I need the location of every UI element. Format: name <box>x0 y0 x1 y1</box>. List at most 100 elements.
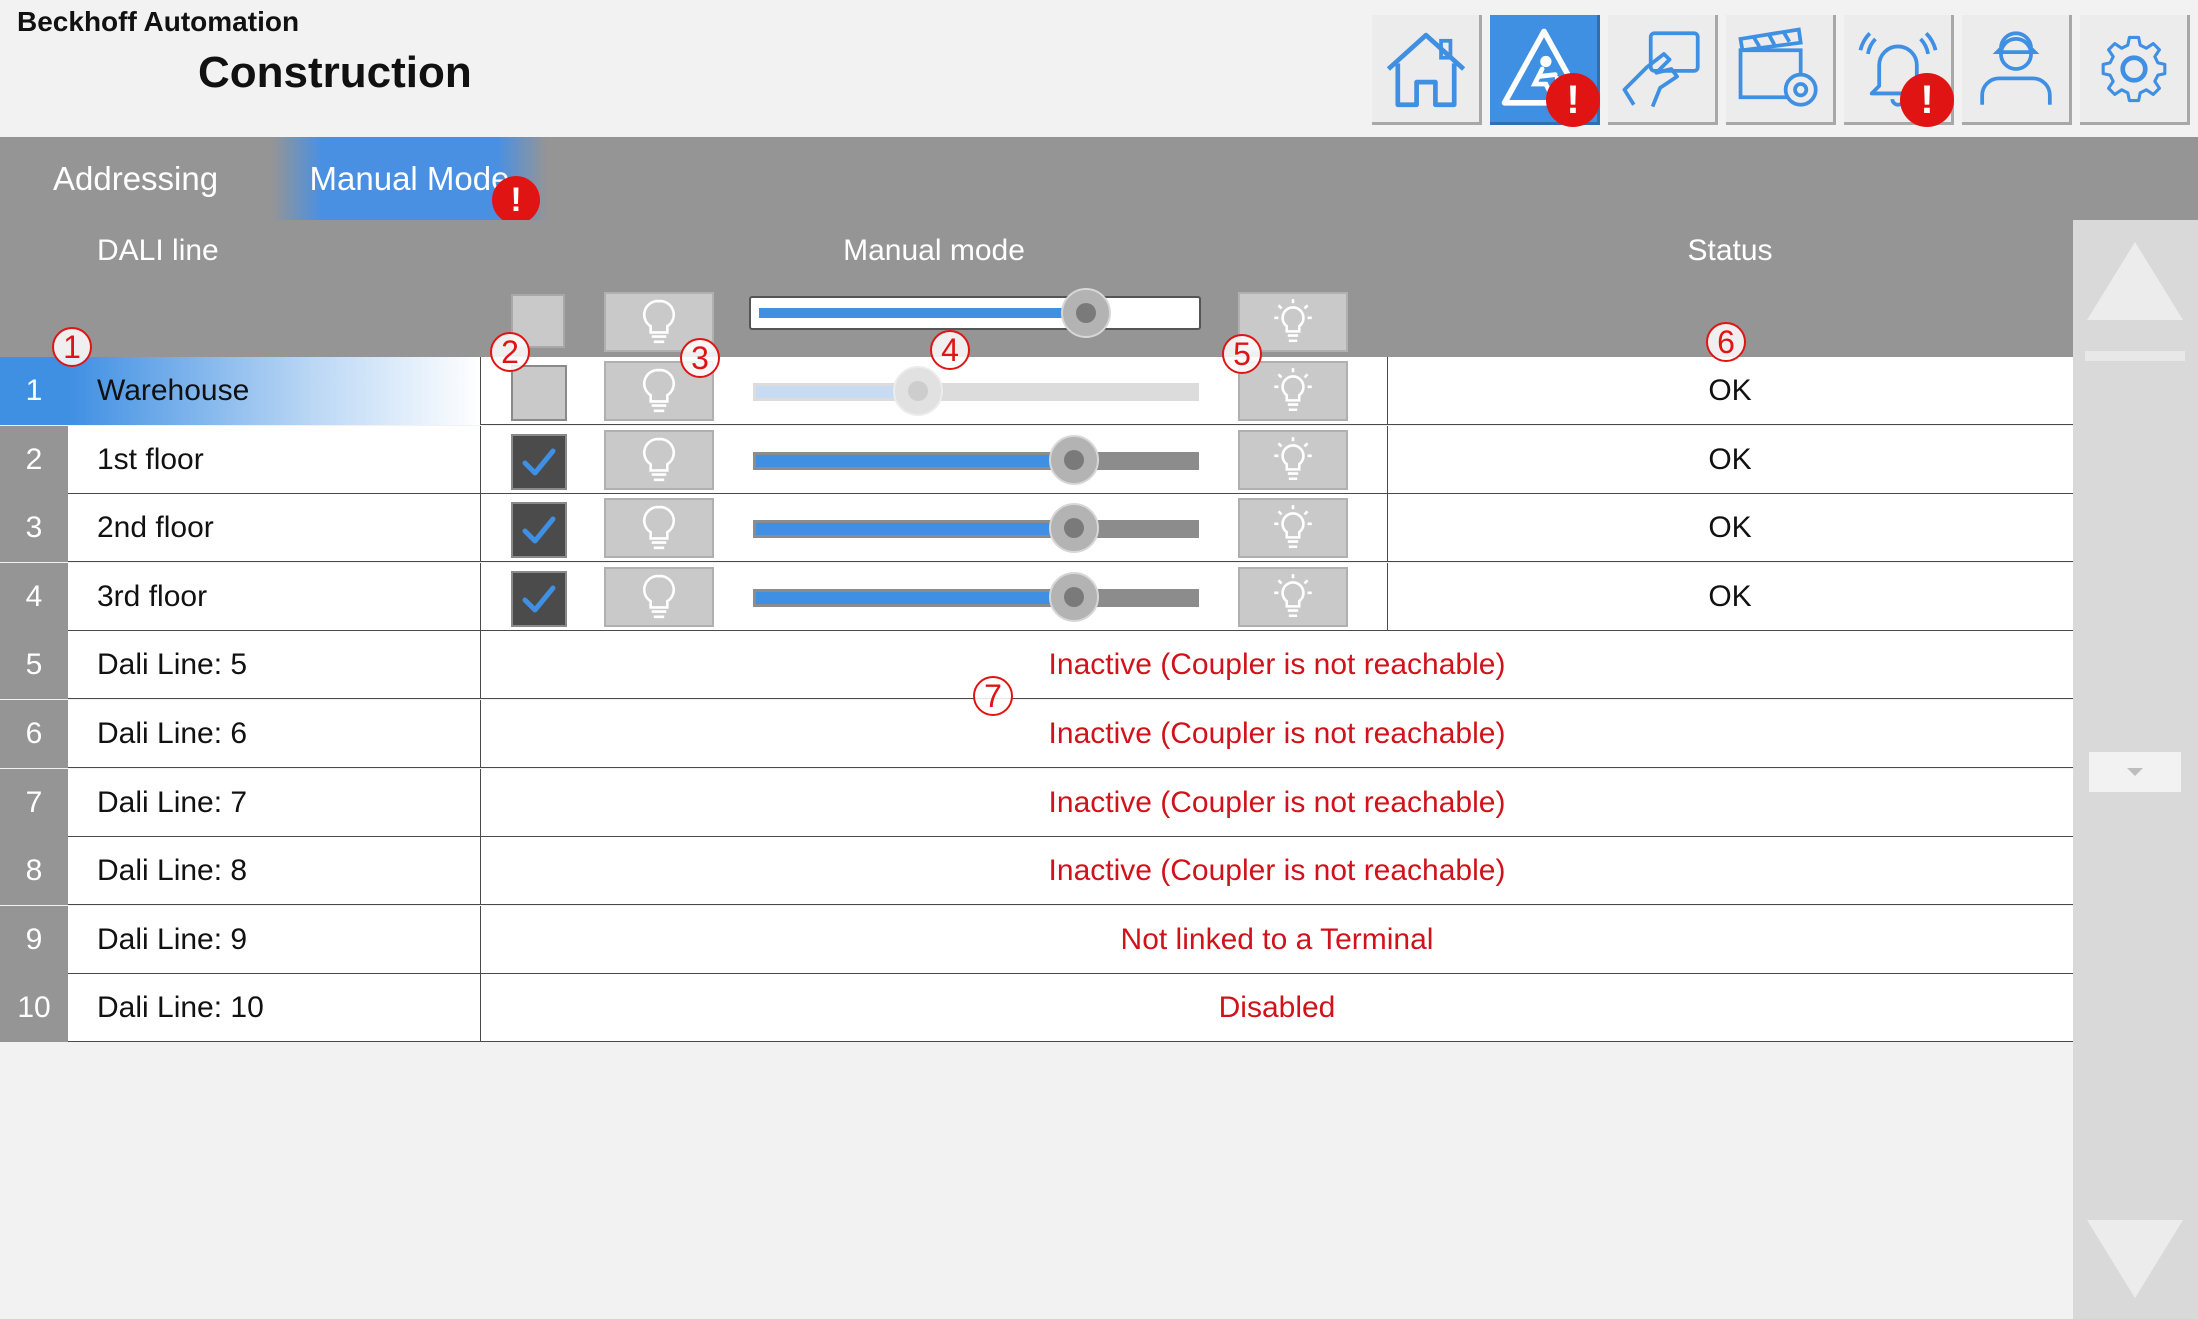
slider-knob[interactable] <box>1049 434 1099 485</box>
dali-line-name: 1st floor <box>68 425 481 494</box>
nav-alarms-button[interactable]: ! <box>1844 15 1954 127</box>
row-number: 6 <box>0 700 68 768</box>
table-row[interactable]: 7 Dali Line: 7 Inactive (Coupler is not re… <box>0 768 2073 837</box>
callout-4: 4 <box>930 330 970 370</box>
table-row[interactable]: 4 3rd floor OK <box>0 562 2073 631</box>
table-row[interactable]: 3 2nd floor OK <box>0 494 2073 563</box>
user-icon <box>1979 30 2052 105</box>
manual-mode-checkbox[interactable] <box>511 570 567 627</box>
status-cell: OK <box>1708 374 1752 407</box>
row-number: 1 <box>0 357 68 425</box>
brightness-slider[interactable] <box>753 571 1199 622</box>
manual-mode-alert-badge: ! <box>492 176 540 224</box>
tab-bar: Addressing Manual Mode ! <box>0 137 2198 224</box>
table-row[interactable]: 10 Dali Line: 10 Disabled <box>0 974 2073 1043</box>
manual-mode-cell <box>481 494 1388 563</box>
light-on-button[interactable] <box>1238 429 1348 490</box>
manual-mode-cell <box>481 425 1388 494</box>
manual-mode-cell <box>481 562 1388 631</box>
light-off-button[interactable] <box>604 498 714 559</box>
header-manual-mode-label: Manual mode <box>843 234 1025 267</box>
light-on-button[interactable] <box>1238 498 1348 559</box>
row-status-message: Inactive (Coupler is not reachable) <box>1048 648 1506 682</box>
status-cell: OK <box>1708 511 1752 545</box>
dali-line-name: 2nd floor <box>68 494 481 563</box>
manual-mode-checkbox[interactable] <box>511 502 567 559</box>
bulb-off-icon <box>643 574 675 618</box>
hand-touch-icon <box>1622 30 1700 107</box>
row-number: 3 <box>0 494 68 563</box>
table-row[interactable]: 5 Dali Line: 5 Inactive (Coupler is not re… <box>0 631 2073 700</box>
manual-mode-checkbox[interactable] <box>511 433 567 490</box>
nav-scenes-button[interactable] <box>1726 15 1836 125</box>
header-dali-line: DALI line <box>68 220 482 357</box>
bulb-on-icon <box>1274 505 1312 549</box>
manual-mode-checkbox[interactable] <box>511 365 567 421</box>
header-status-label: Status <box>1687 234 1773 267</box>
scroll-thumb[interactable] <box>2089 752 2181 792</box>
construction-alert-badge: ! <box>1546 73 1600 127</box>
bulb-off-icon <box>643 506 675 550</box>
home-icon <box>1386 32 1465 107</box>
brightness-slider[interactable] <box>753 503 1199 554</box>
tab-addressing-label: Addressing <box>53 159 219 197</box>
dali-line-name: Dali Line: 9 <box>68 905 481 974</box>
master-brightness-slider[interactable] <box>749 288 1201 338</box>
row-number: 5 <box>0 631 68 700</box>
slider-knob[interactable] <box>1049 503 1099 554</box>
row-number: 2 <box>0 425 68 494</box>
scroll-down-icon[interactable] <box>2083 1216 2187 1302</box>
bulb-on-icon <box>1274 436 1312 480</box>
nav-manual-control-button[interactable] <box>1608 15 1718 125</box>
row-status-message: Disabled <box>1218 991 1336 1025</box>
light-on-button[interactable] <box>1238 566 1348 627</box>
checkmark-icon <box>522 448 556 476</box>
bulb-off-icon <box>643 368 675 413</box>
company-name: Beckhoff Automation <box>17 6 300 37</box>
master-slider-knob[interactable] <box>1061 288 1111 338</box>
vertical-scrollbar[interactable] <box>2073 220 2198 1319</box>
row-status-message: Inactive (Coupler is not reachable) <box>1048 717 1506 750</box>
checkmark-icon <box>522 516 556 544</box>
table-row[interactable]: 8 Dali Line: 8 Inactive (Coupler is not re… <box>0 837 2073 906</box>
table-row[interactable]: 9 Dali Line: 9 Not linked to a Terminal <box>0 905 2073 974</box>
callout-3: 3 <box>680 338 720 378</box>
scroll-thumb-chevron-down-icon <box>2127 768 2143 776</box>
row-number: 4 <box>0 562 68 631</box>
light-on-button[interactable] <box>1238 361 1348 421</box>
row-status-message: Inactive (Coupler is not reachable) <box>1048 854 1506 888</box>
nav-construction-button[interactable]: ! <box>1490 15 1600 127</box>
nav-settings-button[interactable] <box>2080 15 2190 125</box>
bulb-on-icon <box>1274 368 1312 412</box>
table-row[interactable]: 1 Warehouse OK <box>0 357 2073 425</box>
table-row[interactable]: 2 1st floor OK <box>0 425 2073 494</box>
bulb-on-icon <box>1274 573 1312 617</box>
row-number: 7 <box>0 768 68 837</box>
brightness-slider[interactable] <box>753 434 1199 485</box>
brightness-slider[interactable] <box>753 366 1199 416</box>
page-title: Construction <box>198 48 472 97</box>
scroll-up-icon[interactable] <box>2083 238 2187 324</box>
dali-line-name: Dali Line: 6 <box>68 700 481 768</box>
slider-knob[interactable] <box>1049 571 1099 622</box>
row-number: 9 <box>0 905 68 974</box>
bulb-off-icon <box>643 299 675 344</box>
header-dali-line-label: DALI line <box>97 234 219 267</box>
scroll-top-divider <box>2085 351 2185 361</box>
slider-fill <box>756 454 1077 467</box>
status-cell: OK <box>1708 579 1752 613</box>
light-off-button[interactable] <box>604 429 714 490</box>
alarms-alert-badge: ! <box>1900 73 1954 127</box>
table-row[interactable]: 6 Dali Line: 6 Inactive (Coupler is not re… <box>0 700 2073 768</box>
nav-home-button[interactable] <box>1372 15 1482 125</box>
slider-knob[interactable] <box>893 366 943 416</box>
slider-fill <box>756 523 1077 536</box>
dali-line-name: Dali Line: 7 <box>68 768 481 837</box>
light-off-button[interactable] <box>604 566 714 627</box>
checkmark-icon <box>522 585 556 613</box>
tab-addressing[interactable]: Addressing <box>53 137 218 220</box>
dali-line-name: Dali Line: 10 <box>68 974 481 1043</box>
master-slider-fill <box>759 308 1073 318</box>
nav-user-button[interactable] <box>1962 15 2072 125</box>
row-status-message: Not linked to a Terminal <box>1120 922 1434 956</box>
